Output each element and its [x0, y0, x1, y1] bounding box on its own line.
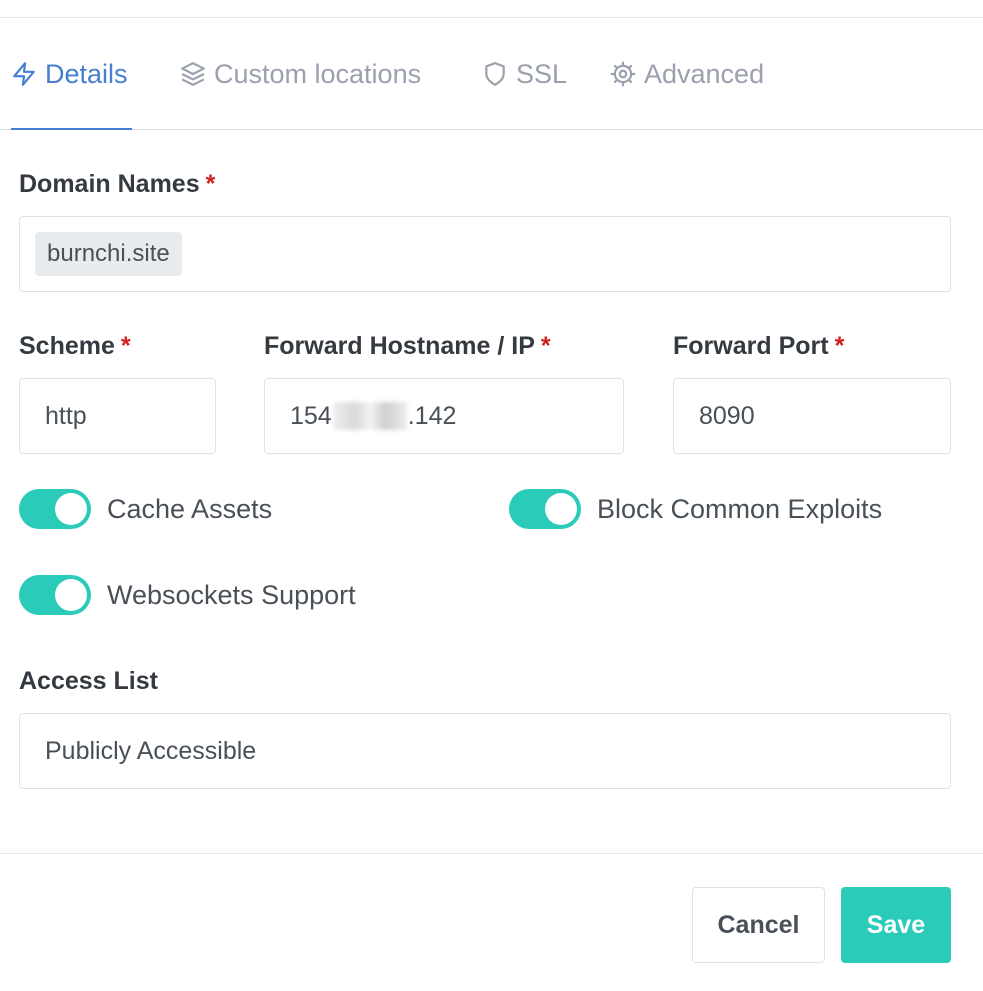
forward-hostname-label: Forward Hostname / IP *: [264, 332, 551, 360]
domain-names-label: Domain Names *: [19, 170, 216, 198]
layers-icon: [181, 62, 205, 86]
cancel-button[interactable]: Cancel: [692, 887, 825, 963]
tab-bar: Details Custom locations SSL Advanced: [0, 18, 983, 130]
forward-hostname-input[interactable]: 154 .142: [264, 378, 624, 454]
toggle-knob: [545, 493, 577, 525]
forward-hostname-suffix: .142: [407, 401, 457, 430]
tab-custom-locations-label: Custom locations: [214, 58, 422, 89]
gear-icon: [610, 61, 636, 87]
tab-ssl-label: SSL: [516, 58, 568, 89]
cache-assets-toggle[interactable]: [19, 489, 91, 529]
block-common-exploits-label: Block Common Exploits: [597, 494, 883, 524]
tab-advanced[interactable]: Advanced: [610, 56, 764, 92]
tab-ssl[interactable]: SSL: [482, 56, 567, 92]
tab-details[interactable]: Details: [11, 56, 128, 92]
domain-tag-text: burnchi.site: [47, 240, 170, 267]
forward-hostname-prefix: 154: [290, 401, 332, 430]
tab-details-label: Details: [45, 58, 128, 89]
toggle-knob: [55, 493, 87, 525]
forward-port-input[interactable]: 8090: [673, 378, 951, 454]
toggle-knob: [55, 579, 87, 611]
lightning-icon: [13, 62, 35, 86]
tab-advanced-label: Advanced: [644, 58, 765, 89]
required-marker: *: [540, 332, 551, 360]
access-list-label: Access List: [19, 667, 158, 695]
shield-icon: [485, 62, 505, 86]
forward-port-label: Forward Port *: [673, 332, 845, 360]
active-tab-indicator: [11, 128, 132, 130]
forward-port-value: 8090: [699, 401, 755, 430]
websockets-support-toggle[interactable]: [19, 575, 91, 615]
websockets-support-label: Websockets Support: [107, 580, 356, 610]
access-list-select[interactable]: Publicly Accessible: [19, 713, 951, 789]
tab-custom-locations[interactable]: Custom locations: [180, 56, 421, 92]
scheme-value: http: [45, 401, 87, 430]
block-common-exploits-toggle[interactable]: [509, 489, 581, 529]
scheme-label: Scheme *: [19, 332, 131, 360]
required-marker: *: [120, 332, 131, 360]
footer-divider: [0, 853, 983, 854]
redacted-blur: [332, 402, 407, 430]
save-button[interactable]: Save: [841, 887, 951, 963]
scheme-input[interactable]: http: [19, 378, 216, 454]
required-marker: *: [205, 170, 216, 198]
required-marker: *: [834, 332, 845, 360]
domain-tag[interactable]: burnchi.site: [35, 232, 182, 276]
cache-assets-label: Cache Assets: [107, 494, 273, 524]
access-list-value: Publicly Accessible: [45, 736, 257, 765]
